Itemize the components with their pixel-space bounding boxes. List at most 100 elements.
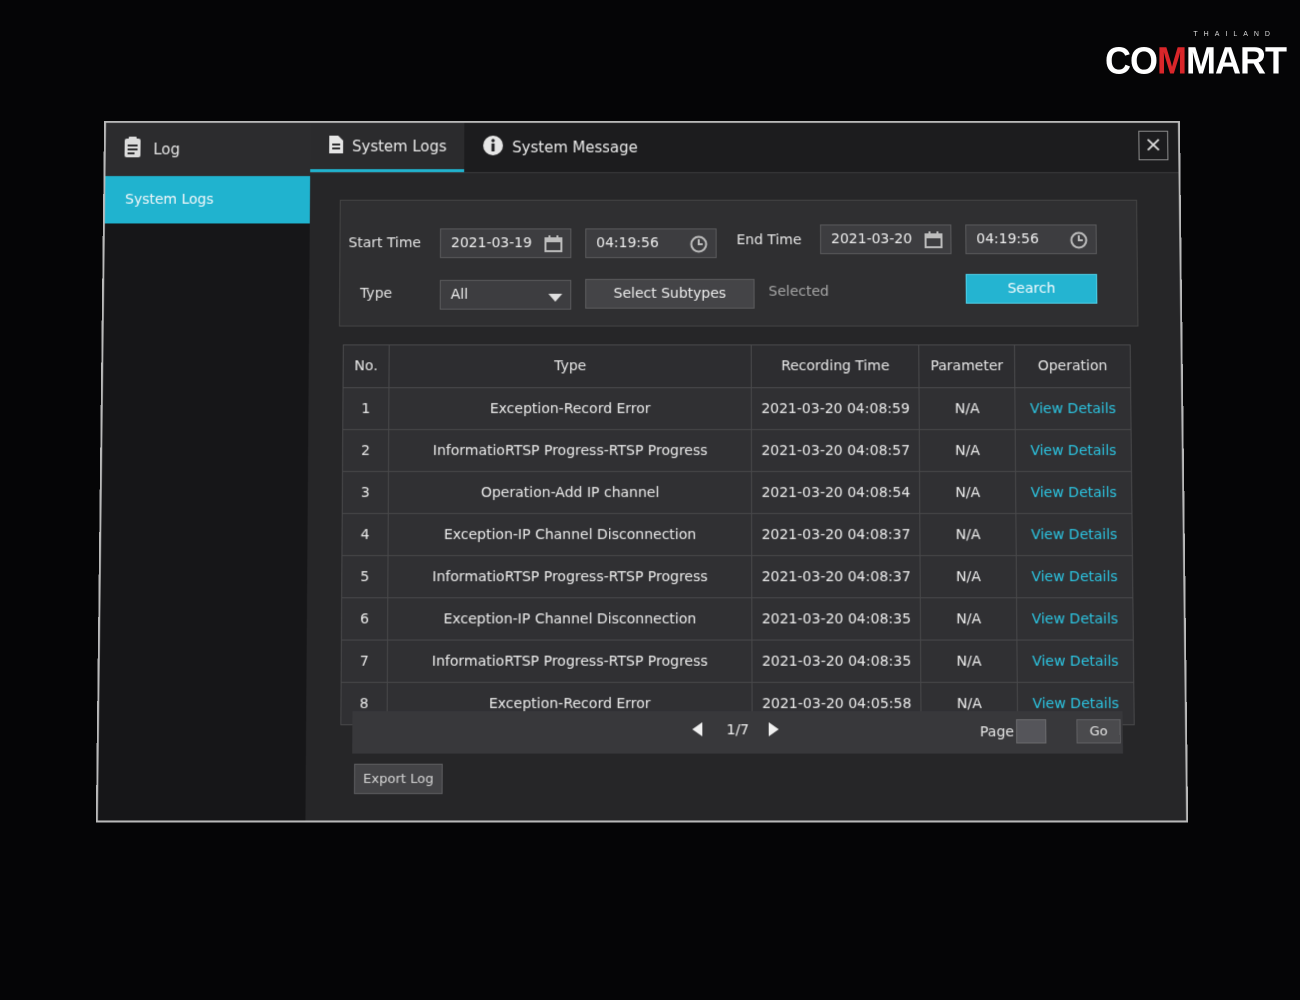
tab-label: System Message xyxy=(512,138,638,157)
start-time-field[interactable]: 04:19:56 xyxy=(585,228,717,259)
column-header-type[interactable]: Type xyxy=(388,344,752,388)
row-parameter: N/A xyxy=(919,429,1016,472)
row-recording-time: 2021-03-20 04:08:54 xyxy=(751,471,920,514)
table-row[interactable]: 4 Exception-IP Channel Disconnection 202… xyxy=(341,513,1133,556)
selected-label: Selected xyxy=(768,283,830,300)
row-no: 6 xyxy=(341,597,388,641)
brand-name: COMMART xyxy=(1105,38,1287,83)
row-no: 3 xyxy=(342,471,389,514)
go-label: Go xyxy=(1089,723,1108,739)
row-type: InformatioRTSP Progress-RTSP Progress xyxy=(388,429,752,472)
row-parameter: N/A xyxy=(919,387,1016,430)
prev-page-icon[interactable] xyxy=(692,722,703,740)
table-row[interactable]: 6 Exception-IP Channel Disconnection 202… xyxy=(341,597,1134,641)
type-select[interactable]: All xyxy=(439,279,572,310)
select-subtypes-label: Select Subtypes xyxy=(613,285,727,302)
table-row[interactable]: 1 Exception-Record Error 2021-03-20 04:0… xyxy=(342,387,1132,430)
view-details-link[interactable]: View Details xyxy=(1015,471,1132,514)
calendar-icon[interactable] xyxy=(544,235,562,256)
search-label: Search xyxy=(1007,280,1056,297)
sidebar-item-system-logs[interactable]: System Logs xyxy=(104,176,311,224)
export-log-label: Export Log xyxy=(363,771,434,787)
next-page-icon[interactable] xyxy=(768,722,779,740)
row-parameter: N/A xyxy=(919,513,1017,556)
clock-icon[interactable] xyxy=(1070,231,1088,253)
clock-icon[interactable] xyxy=(690,235,708,257)
end-time-label: End Time xyxy=(736,232,802,249)
type-select-value: All xyxy=(450,286,469,303)
brand-logo: THAILAND COMMART xyxy=(1105,14,1287,82)
sidebar-header: Log xyxy=(105,122,311,177)
tab-bar: System Logs System Message xyxy=(310,122,1179,174)
row-no: 7 xyxy=(341,640,388,683)
table-row[interactable]: 2 InformatioRTSP Progress-RTSP Progress … xyxy=(342,429,1132,472)
table-row[interactable]: 5 InformatioRTSP Progress-RTSP Progress … xyxy=(341,555,1133,598)
view-details-link[interactable]: View Details xyxy=(1016,597,1134,641)
log-table-wrapper: No. Type Recording Time Parameter Operat… xyxy=(340,344,1135,725)
view-details-link[interactable]: View Details xyxy=(1014,387,1132,430)
row-type: Exception-IP Channel Disconnection xyxy=(387,597,753,641)
row-no: 5 xyxy=(341,555,388,598)
tab-system-message[interactable]: System Message xyxy=(464,123,655,172)
view-details-link[interactable]: View Details xyxy=(1016,640,1134,683)
row-type: InformatioRTSP Progress-RTSP Progress xyxy=(387,640,753,683)
info-icon xyxy=(482,135,504,161)
end-time-value: 04:19:56 xyxy=(976,231,1039,248)
start-date-field[interactable]: 2021-03-19 xyxy=(439,228,572,259)
tab-label: System Logs xyxy=(352,137,447,155)
brand-tagline: THAILAND xyxy=(1193,31,1276,38)
column-header-operation[interactable]: Operation xyxy=(1014,344,1131,388)
start-date-value: 2021-03-19 xyxy=(450,235,532,252)
start-time-value: 04:19:56 xyxy=(596,235,659,252)
row-type: Exception-IP Channel Disconnection xyxy=(387,513,753,556)
row-type: Operation-Add IP channel xyxy=(388,471,752,514)
row-parameter: N/A xyxy=(920,640,1018,683)
end-time-field[interactable]: 04:19:56 xyxy=(965,224,1097,255)
row-parameter: N/A xyxy=(919,471,1016,514)
table-row[interactable]: 7 InformatioRTSP Progress-RTSP Progress … xyxy=(341,640,1134,683)
search-button[interactable]: Search xyxy=(965,273,1098,304)
page-number-input[interactable] xyxy=(1016,719,1047,744)
row-no: 1 xyxy=(342,387,389,430)
sidebar-title: Log xyxy=(153,140,181,159)
filter-panel: Start Time 2021-03-19 04:19:56 End Time … xyxy=(338,199,1139,327)
main-panel: System Logs System Message × Start Time … xyxy=(305,122,1187,821)
column-header-no[interactable]: No. xyxy=(343,344,390,388)
sidebar: Log System Logs xyxy=(97,122,311,821)
column-header-parameter[interactable]: Parameter xyxy=(918,344,1015,388)
column-header-recording-time[interactable]: Recording Time xyxy=(751,344,920,388)
view-details-link[interactable]: View Details xyxy=(1015,429,1132,472)
sidebar-item-label: System Logs xyxy=(124,191,214,208)
calendar-icon[interactable] xyxy=(925,231,943,252)
close-button[interactable]: × xyxy=(1138,130,1169,161)
view-details-link[interactable]: View Details xyxy=(1015,513,1133,556)
page-label: Page xyxy=(979,724,1015,741)
brand-name-start: CO xyxy=(1105,38,1158,82)
end-date-field[interactable]: 2021-03-20 xyxy=(820,224,952,255)
row-parameter: N/A xyxy=(920,597,1017,641)
export-log-button[interactable]: Export Log xyxy=(353,763,443,795)
row-recording-time: 2021-03-20 04:08:35 xyxy=(752,640,921,683)
row-parameter: N/A xyxy=(920,555,1017,598)
log-table: No. Type Recording Time Parameter Operat… xyxy=(340,344,1135,725)
type-label: Type xyxy=(360,285,393,302)
row-recording-time: 2021-03-20 04:08:57 xyxy=(751,429,920,472)
tab-system-logs[interactable]: System Logs xyxy=(310,122,465,173)
row-no: 2 xyxy=(342,429,389,472)
view-details-link[interactable]: View Details xyxy=(1016,555,1133,598)
row-type: InformatioRTSP Progress-RTSP Progress xyxy=(387,555,753,598)
row-recording-time: 2021-03-20 04:08:35 xyxy=(752,597,921,641)
select-subtypes-button[interactable]: Select Subtypes xyxy=(585,278,755,309)
table-row[interactable]: 3 Operation-Add IP channel 2021-03-20 04… xyxy=(342,471,1132,514)
go-button[interactable]: Go xyxy=(1076,719,1121,744)
brand-name-accent: M xyxy=(1157,38,1187,82)
table-header-row: No. Type Recording Time Parameter Operat… xyxy=(343,344,1131,388)
document-icon xyxy=(123,136,141,163)
start-time-label: Start Time xyxy=(348,235,422,252)
page-count: 1/7 xyxy=(726,722,750,739)
log-window: Log System Logs System Logs System Messa… xyxy=(95,120,1189,823)
brand-name-end: MART xyxy=(1186,38,1287,82)
end-date-value: 2021-03-20 xyxy=(831,231,913,248)
row-recording-time: 2021-03-20 04:08:37 xyxy=(751,513,921,556)
dropdown-arrow-icon xyxy=(548,291,563,307)
